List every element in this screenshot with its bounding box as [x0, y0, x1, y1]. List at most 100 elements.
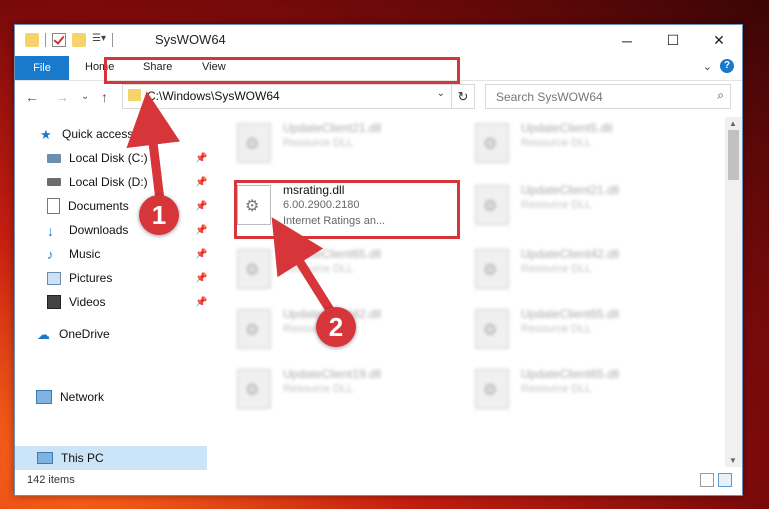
tab-file[interactable]: File	[15, 56, 69, 80]
close-button[interactable]: ✕	[696, 25, 742, 56]
file-type: Resource DLL	[521, 263, 592, 275]
back-button[interactable]: ←	[25, 89, 39, 105]
sidebar-item-quick-access[interactable]: ★ Quick access	[40, 123, 133, 145]
dll-file-icon	[237, 369, 271, 409]
dll-file-icon	[475, 369, 509, 409]
file-name: UpdateClient19.dll	[283, 367, 382, 381]
folder-icon	[128, 89, 141, 101]
network-icon	[36, 390, 52, 404]
pin-icon[interactable]: 📌	[195, 297, 207, 308]
pin-icon[interactable]: 📌	[195, 249, 207, 260]
sidebar-item-label: Local Disk (C:)	[69, 151, 148, 165]
dll-file-icon	[237, 123, 271, 163]
file-name: UpdateClient65.dll	[283, 247, 382, 261]
file-name: UpdateClient65.dll	[521, 367, 620, 381]
file-type: Resource DLL	[283, 263, 354, 275]
scroll-down-icon[interactable]: ▼	[729, 456, 737, 465]
sidebar-item-label: This PC	[61, 451, 104, 465]
address-highlight-box	[104, 57, 460, 84]
pin-icon[interactable]: 📌	[195, 153, 207, 164]
maximize-button[interactable]: ☐	[650, 25, 696, 56]
pin-icon[interactable]: 📌	[195, 201, 207, 212]
file-item[interactable]: UpdateClient19.dll Resource DLL	[215, 363, 435, 413]
window-title: SysWOW64	[155, 32, 226, 47]
sidebar-item-label: Quick access	[62, 127, 134, 141]
callout-badge-2: 2	[316, 307, 356, 347]
tiles-view-icon[interactable]	[718, 473, 732, 487]
sidebar-item-local-disk-c[interactable]: Local Disk (C:)	[47, 147, 148, 169]
downloads-icon: ↓	[47, 223, 54, 239]
recent-locations-button[interactable]: ⌄	[81, 91, 89, 102]
file-highlight-box	[234, 180, 460, 239]
new-folder-icon[interactable]	[72, 33, 86, 47]
sidebar-item-onedrive[interactable]: ☁ OneDrive	[37, 323, 110, 345]
cloud-icon: ☁	[37, 327, 50, 342]
sidebar-item-music[interactable]: ♪ Music	[47, 243, 100, 265]
drive-icon	[47, 153, 61, 163]
divider	[45, 33, 46, 47]
help-icon[interactable]: ?	[720, 59, 734, 73]
search-input[interactable]	[494, 89, 698, 105]
sidebar-item-documents[interactable]: Documents	[47, 195, 129, 217]
pin-icon[interactable]: 📌	[195, 225, 207, 236]
properties-icon[interactable]	[52, 33, 66, 47]
sidebar-item-label: Local Disk (D:)	[69, 175, 148, 189]
dll-file-icon	[475, 249, 509, 289]
file-item[interactable]: UpdateClient65.dll Resource DLL	[453, 303, 673, 353]
sidebar-item-downloads[interactable]: ↓ Downloads	[47, 219, 128, 241]
documents-icon	[47, 198, 60, 214]
address-bar[interactable]: C:\Windows\SysWOW64 ⌄	[122, 84, 452, 109]
address-dropdown-icon[interactable]: ⌄	[437, 88, 445, 99]
file-type: Resource DLL	[283, 137, 354, 149]
file-item[interactable]: UpdateClient65.dll Resource DLL	[215, 243, 435, 293]
dll-file-icon	[475, 309, 509, 349]
quick-access-toolbar: ☰▾	[25, 33, 113, 47]
pin-icon[interactable]: 📌	[195, 177, 207, 188]
dll-file-icon	[237, 309, 271, 349]
sidebar-item-label: Documents	[68, 199, 129, 213]
sidebar-item-this-pc[interactable]: This PC	[37, 447, 104, 469]
file-type: Resource DLL	[521, 323, 592, 335]
file-type: Resource DLL	[283, 383, 354, 395]
file-type: Resource DLL	[521, 137, 592, 149]
explorer-window: ☰▾ SysWOW64 ─ ☐ ✕ File Home Share View ⌄…	[14, 24, 743, 496]
file-item[interactable]: UpdateClient21.dll Resource DLL	[215, 117, 435, 167]
videos-icon	[47, 295, 61, 309]
vertical-scrollbar[interactable]: ▲ ▼	[725, 117, 742, 467]
status-bar: 142 items	[15, 469, 742, 493]
minimize-button[interactable]: ─	[604, 25, 650, 56]
expand-ribbon-icon[interactable]: ⌄	[703, 60, 712, 73]
forward-button[interactable]: →	[55, 89, 69, 105]
divider	[112, 33, 113, 47]
sidebar-item-local-disk-d[interactable]: Local Disk (D:)	[47, 171, 148, 193]
customize-toolbar-icon[interactable]: ☰▾	[92, 33, 106, 47]
dll-file-icon	[475, 185, 509, 225]
file-item[interactable]: UpdateClient42.dll Resource DLL	[453, 243, 673, 293]
music-icon: ♪	[47, 247, 54, 262]
pin-icon[interactable]: 📌	[195, 273, 207, 284]
search-icon[interactable]: ⌕	[717, 88, 724, 103]
up-button[interactable]: ↑	[101, 89, 108, 105]
sidebar-item-videos[interactable]: Videos	[47, 291, 105, 313]
dll-file-icon	[475, 123, 509, 163]
sidebar-item-pictures[interactable]: Pictures	[47, 267, 112, 289]
ribbon-right-controls: ⌄ ?	[703, 59, 734, 73]
file-item[interactable]: UpdateClient65.dll Resource DLL	[453, 363, 673, 413]
details-view-icon[interactable]	[700, 473, 714, 487]
star-icon: ★	[40, 127, 52, 142]
scroll-up-icon[interactable]: ▲	[729, 119, 737, 128]
scrollbar-thumb[interactable]	[728, 130, 739, 180]
window-controls: ─ ☐ ✕	[604, 25, 742, 56]
pictures-icon	[47, 271, 61, 285]
drive-icon	[47, 178, 61, 186]
callout-badge-1: 1	[139, 195, 179, 235]
file-type: Resource DLL	[521, 383, 592, 395]
search-box[interactable]: ⌕	[485, 84, 731, 109]
refresh-button[interactable]: ↻	[451, 84, 475, 109]
sidebar-item-network[interactable]: Network	[36, 386, 104, 408]
file-name: UpdateClient42.dll	[521, 247, 620, 261]
file-name: UpdateClient5.dll	[521, 121, 613, 135]
file-item[interactable]: UpdateClient5.dll Resource DLL	[453, 117, 673, 167]
sidebar-item-label: Pictures	[69, 271, 113, 285]
file-item[interactable]: UpdateClient21.dll Resource DLL	[453, 179, 673, 229]
